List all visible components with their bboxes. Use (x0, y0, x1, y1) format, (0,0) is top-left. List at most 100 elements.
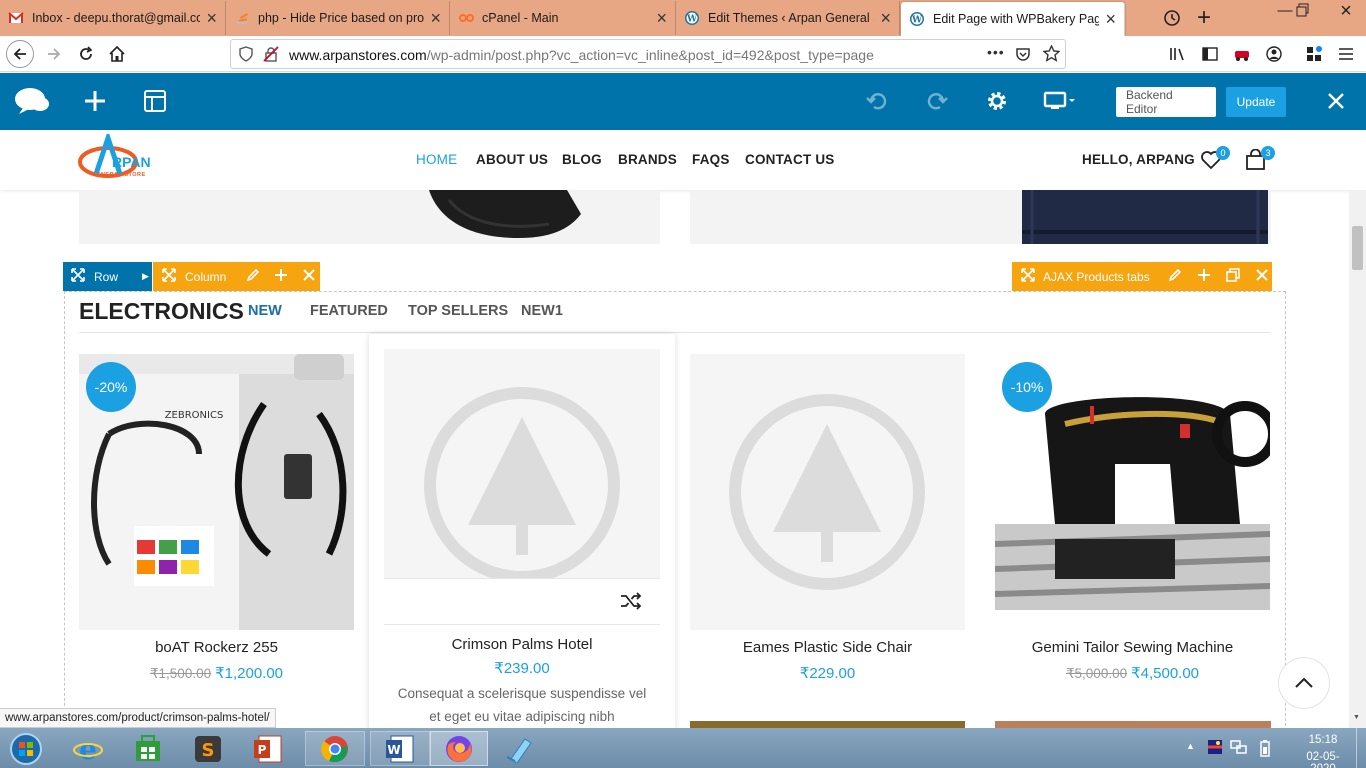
menu-faqs[interactable]: FAQS (692, 152, 730, 167)
banner-left[interactable] (79, 190, 660, 244)
tab-top-sellers[interactable]: TOP SELLERS (408, 303, 508, 319)
menu-blog[interactable]: BLOG (562, 152, 602, 167)
clock-time[interactable]: 15:18 (1300, 734, 1346, 746)
clock-date[interactable]: 02-05-2020 (1296, 751, 1350, 768)
window-close-icon[interactable]: × (1326, 0, 1366, 24)
tab-close-icon[interactable]: × (880, 8, 891, 29)
forward-arrow-icon[interactable] (40, 40, 68, 68)
delete-x-icon[interactable] (302, 268, 316, 285)
move-arrows-icon[interactable] (71, 268, 85, 285)
product-image[interactable] (384, 349, 660, 578)
wpbakery-logo-icon[interactable] (12, 83, 52, 119)
tab-new1[interactable]: NEW1 (521, 303, 563, 319)
tab-featured[interactable]: FEATURED (310, 303, 388, 319)
powerpoint-icon[interactable]: P (240, 731, 296, 766)
product-image[interactable]: ZEBRONICS -20% (79, 354, 354, 630)
page-actions-icon[interactable]: ••• (987, 44, 1005, 60)
add-plus-icon[interactable] (274, 268, 288, 285)
clone-icon[interactable] (1225, 268, 1240, 285)
scrollbar-thumb[interactable] (1352, 226, 1363, 270)
tab-close-icon[interactable]: × (1105, 9, 1116, 30)
delete-x-icon[interactable] (1255, 268, 1269, 285)
product-card[interactable]: ZEBRONICS -20% boAT Rockerz 255 ₹1,500.0… (79, 354, 354, 684)
scroll-down-arrow-icon[interactable]: ▼ (1353, 714, 1360, 721)
library-icon[interactable] (1164, 40, 1192, 68)
back-arrow-icon[interactable] (6, 40, 34, 68)
addons-icon[interactable] (1300, 40, 1328, 68)
move-arrows-icon[interactable] (162, 268, 176, 285)
menu-home[interactable]: HOME (416, 152, 457, 167)
show-hidden-icons-arrow[interactable]: ▲ (1186, 741, 1195, 751)
expand-arrow-icon[interactable]: ▶ (142, 271, 149, 282)
new-tab-icon[interactable]: + (1192, 4, 1216, 31)
sublime-text-icon[interactable]: S (180, 731, 236, 766)
tab-gmail[interactable]: Inbox - deepu.thorat@gmail.com × (0, 1, 226, 35)
column-controls[interactable]: Column (153, 262, 320, 291)
network-icon[interactable] (1230, 739, 1248, 760)
product-card-hovered[interactable]: Crimson Palms Hotel ₹239.00 Consequat a … (369, 334, 675, 734)
tab-edit-themes[interactable]: W Edit Themes ‹ Arpan General Store × (676, 1, 900, 35)
settings-gear-icon[interactable] (977, 83, 1017, 119)
tab-close-icon[interactable]: × (430, 8, 441, 29)
menu-contact-us[interactable]: CONTACT US (745, 152, 835, 167)
chrome-icon[interactable] (305, 731, 365, 766)
url-bar[interactable]: www.arpanstores.com/wp-admin/post.php?vc… (230, 39, 1066, 69)
site-logo[interactable]: RPAN GENERAL STORE (78, 130, 168, 186)
tab-cpanel[interactable]: cPanel - Main × (450, 1, 676, 35)
shield-icon[interactable] (239, 46, 253, 67)
redo-icon[interactable] (917, 83, 957, 119)
move-arrows-icon[interactable] (1021, 268, 1035, 285)
insecure-lock-icon[interactable] (263, 46, 279, 67)
sidebar-icon[interactable] (1196, 40, 1224, 68)
product-image[interactable]: -10% (995, 354, 1270, 630)
page-scrollbar[interactable]: ▼ (1349, 190, 1366, 728)
edit-pencil-icon[interactable] (1168, 268, 1182, 285)
show-desktop-button[interactable] (1356, 728, 1366, 768)
responsive-preview-icon[interactable] (1040, 83, 1080, 119)
add-element-icon[interactable] (75, 83, 115, 119)
menu-brands[interactable]: BRANDS (618, 152, 677, 167)
store-icon[interactable] (120, 731, 176, 766)
banner-right[interactable] (690, 190, 1271, 244)
battery-icon[interactable] (1259, 739, 1271, 762)
tab-stackoverflow[interactable]: php - Hide Price based on product × (226, 1, 450, 35)
undo-icon[interactable] (857, 83, 897, 119)
close-editor-icon[interactable] (1316, 83, 1356, 119)
add-plus-icon[interactable] (1197, 268, 1211, 285)
notepad-icon[interactable] (490, 731, 548, 766)
next-row-product-image[interactable] (690, 721, 965, 728)
window-restore-icon[interactable] (1296, 3, 1314, 21)
extension-icon[interactable] (1228, 40, 1256, 68)
product-name[interactable]: Gemini Tailor Sewing Machine (995, 639, 1270, 656)
tab-close-icon[interactable]: × (206, 8, 217, 29)
ajax-products-tabs-controls[interactable]: AJAX Products tabs (1012, 262, 1272, 291)
product-card[interactable]: -10% Gemini Tailor Sewing Machine ₹5,000… (995, 354, 1270, 684)
backend-editor-button[interactable]: Backend Editor (1116, 87, 1216, 117)
hamburger-menu-icon[interactable] (1332, 40, 1360, 68)
next-row-product-image[interactable] (995, 721, 1271, 728)
menu-about-us[interactable]: ABOUT US (476, 152, 548, 167)
windows-start-button[interactable] (0, 731, 52, 766)
product-card[interactable]: Eames Plastic Side Chair ₹229.00 (690, 354, 965, 684)
tab-history-icon[interactable] (1160, 6, 1184, 30)
product-name[interactable]: boAT Rockerz 255 (79, 639, 354, 656)
home-icon[interactable] (103, 40, 131, 68)
product-image[interactable] (690, 354, 965, 630)
row-controls[interactable]: Row ▶ (63, 262, 152, 291)
firefox-icon[interactable] (430, 731, 488, 766)
update-button[interactable]: Update (1226, 87, 1286, 117)
product-name[interactable]: Crimson Palms Hotel (384, 636, 660, 653)
user-greeting[interactable]: HELLO, ARPANG (1082, 152, 1195, 167)
scroll-to-top-button[interactable] (1278, 657, 1330, 709)
word-icon[interactable]: W (370, 731, 430, 766)
edit-pencil-icon[interactable] (246, 268, 260, 285)
internet-explorer-icon[interactable]: e (60, 731, 116, 766)
compare-shuffle-icon[interactable] (620, 591, 642, 616)
tab-edit-page[interactable]: W Edit Page with WPBakery Page Builder × (901, 2, 1125, 36)
reload-icon[interactable] (72, 40, 100, 68)
tab-close-icon[interactable]: × (656, 8, 667, 29)
templates-icon[interactable] (135, 83, 175, 119)
tray-flag-icon[interactable] (1206, 738, 1224, 761)
account-icon[interactable] (1260, 40, 1288, 68)
tab-new[interactable]: NEW (248, 303, 282, 319)
